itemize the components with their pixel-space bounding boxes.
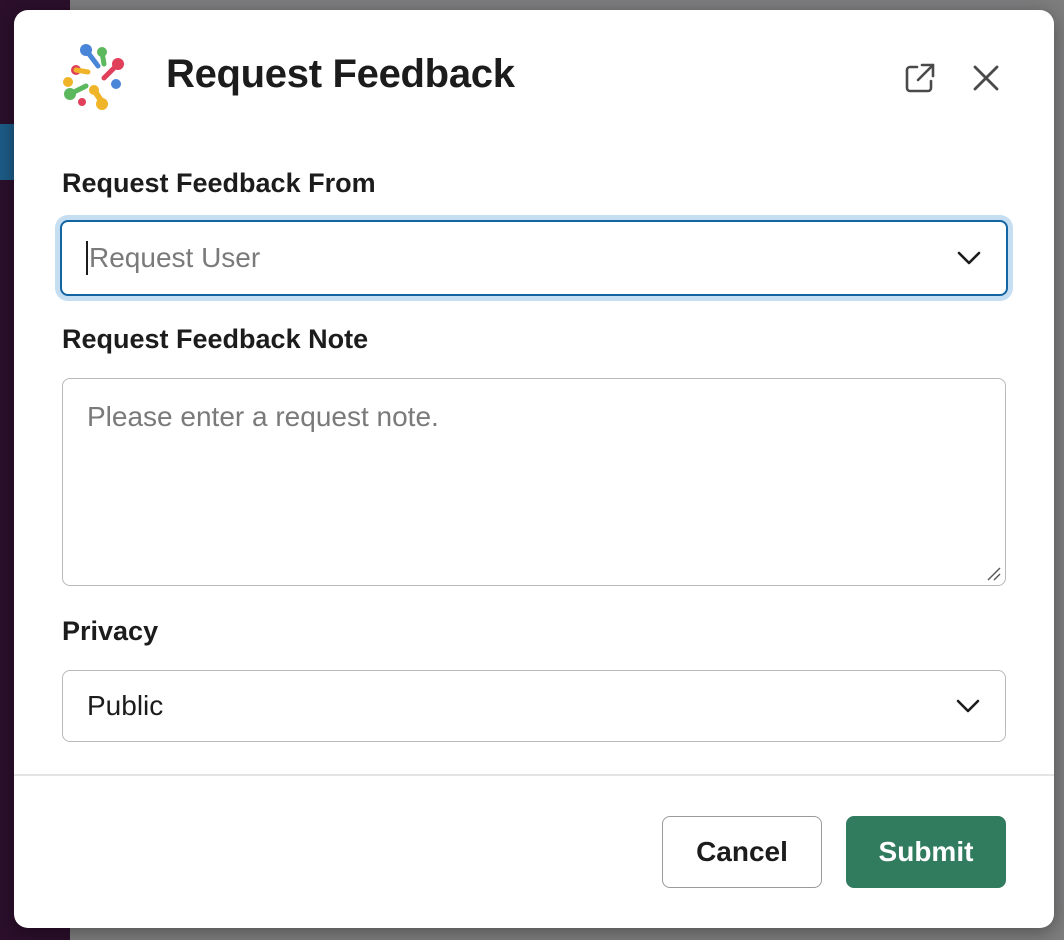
request-from-label: Request Feedback From [62,168,376,198]
background-sidebar-highlight [0,124,14,180]
close-button[interactable] [966,58,1006,98]
privacy-selected-value: Public [87,690,164,721]
request-note-textarea[interactable]: Please enter a request note. [62,378,1006,586]
submit-button[interactable]: Submit [846,816,1006,888]
external-link-icon [905,63,935,93]
modal-title: Request Feedback [166,52,515,96]
footer-divider [14,774,1054,776]
request-user-placeholder: Request User [89,242,261,273]
request-note-label: Request Feedback Note [62,324,369,354]
request-feedback-modal: Request Feedback Request Feedback From R… [14,10,1054,928]
text-cursor [86,241,88,275]
request-note-placeholder: Please enter a request note. [87,401,439,432]
privacy-select[interactable]: Public [62,670,1006,742]
chevron-down-icon [957,251,981,265]
app-logo-icon [63,44,124,110]
request-user-select[interactable]: Request User [60,220,1008,296]
modal-header: Request Feedback [14,10,1054,150]
resize-handle-icon[interactable] [985,565,1001,581]
chevron-down-icon [956,699,980,713]
privacy-label: Privacy [62,616,159,646]
close-icon [973,65,999,91]
open-in-new-window-button[interactable] [900,58,940,98]
cancel-button[interactable]: Cancel [662,816,822,888]
